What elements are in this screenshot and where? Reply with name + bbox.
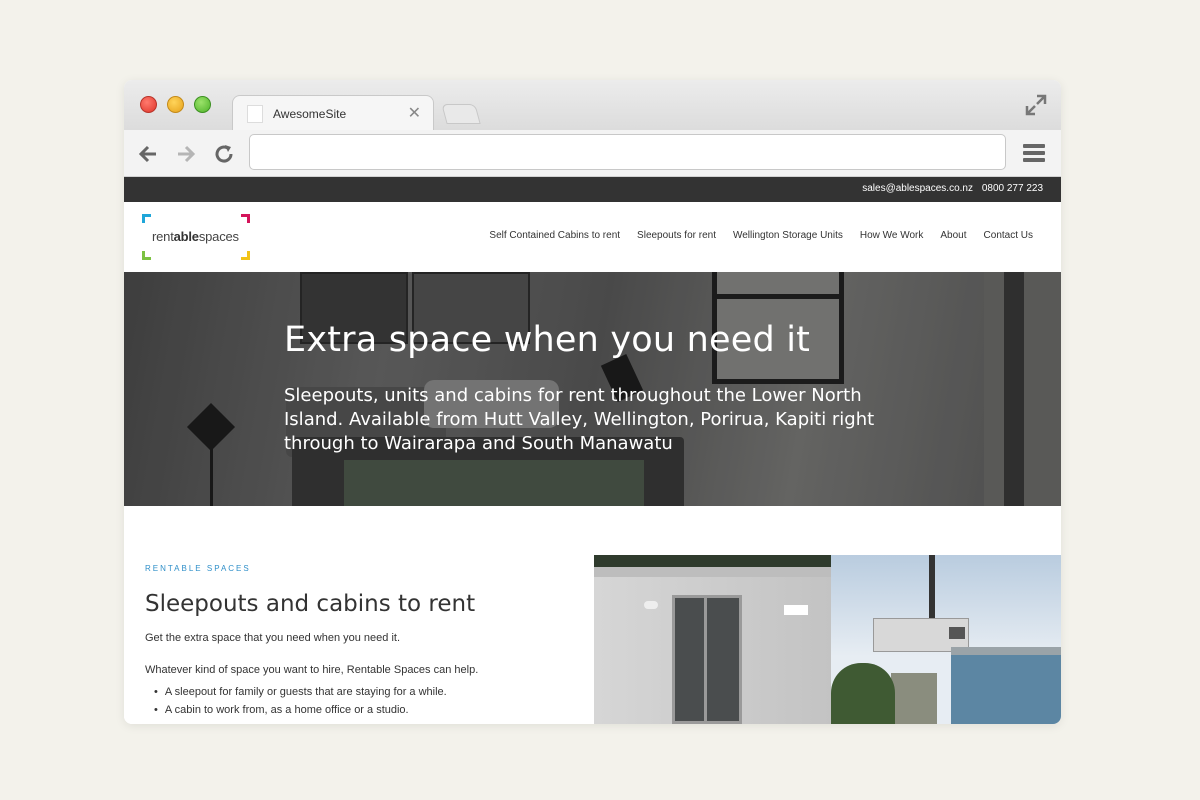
contact-topbar: sales@ablespaces.co.nz 0800 277 223 — [124, 177, 1061, 202]
back-arrow-icon[interactable] — [136, 142, 160, 166]
list-item: A cabin to work from, as a home office o… — [154, 704, 447, 716]
contact-email-link[interactable]: sales@ablespaces.co.nz — [862, 183, 973, 194]
nav-about[interactable]: About — [940, 230, 966, 241]
browser-toolbar — [124, 130, 1061, 177]
address-bar[interactable] — [249, 134, 1006, 170]
logo-text: rentablespaces — [152, 229, 239, 244]
new-tab-button[interactable] — [441, 104, 481, 124]
expand-icon[interactable] — [1025, 94, 1047, 116]
nav-cabins[interactable]: Self Contained Cabins to rent — [489, 230, 620, 241]
list-item: A sleepout for family or guests that are… — [154, 686, 447, 698]
close-window-button[interactable] — [140, 96, 157, 113]
maximize-window-button[interactable] — [194, 96, 211, 113]
section-title: Sleepouts and cabins to rent — [145, 591, 476, 617]
hero-title: Extra space when you need it — [284, 320, 811, 360]
web-page: sales@ablespaces.co.nz 0800 277 223 rent… — [124, 177, 1061, 724]
forward-arrow-icon[interactable] — [174, 142, 198, 166]
browser-window: AwesomeSite ✕ sales@ablespaces.co.nz 080… — [124, 80, 1061, 724]
active-tab[interactable]: AwesomeSite ✕ — [232, 95, 434, 131]
main-nav: Self Contained Cabins to rent Sleepouts … — [489, 230, 1033, 241]
hero-subtitle: Sleepouts, units and cabins for rent thr… — [284, 385, 875, 454]
crane-delivery-photo — [831, 555, 1061, 724]
menu-icon[interactable] — [1023, 144, 1045, 162]
intro-text: Get the extra space that you need when y… — [145, 632, 401, 644]
nav-contact[interactable]: Contact Us — [984, 230, 1033, 241]
cabin-photo — [594, 555, 831, 724]
minimize-window-button[interactable] — [167, 96, 184, 113]
nav-how-we-work[interactable]: How We Work — [860, 230, 924, 241]
site-header: rentablespaces Self Contained Cabins to … — [124, 202, 1061, 272]
section-eyebrow: RENTABLE SPACES — [145, 564, 251, 573]
hero-banner: Extra space when you need it Sleepouts, … — [124, 272, 1061, 506]
contact-phone-link[interactable]: 0800 277 223 — [982, 183, 1043, 194]
page-icon — [247, 105, 263, 123]
tab-bar: AwesomeSite ✕ — [124, 80, 1061, 131]
benefits-list: A sleepout for family or guests that are… — [154, 686, 447, 722]
nav-sleepouts[interactable]: Sleepouts for rent — [637, 230, 716, 241]
intro-text: Whatever kind of space you want to hire,… — [145, 664, 479, 676]
intro-section: RENTABLE SPACES Sleepouts and cabins to … — [124, 506, 1061, 724]
site-logo[interactable]: rentablespaces — [142, 214, 250, 260]
close-tab-icon[interactable]: ✕ — [408, 103, 421, 123]
nav-storage-units[interactable]: Wellington Storage Units — [733, 230, 843, 241]
reload-icon[interactable] — [212, 142, 236, 166]
tab-title: AwesomeSite — [273, 107, 347, 121]
